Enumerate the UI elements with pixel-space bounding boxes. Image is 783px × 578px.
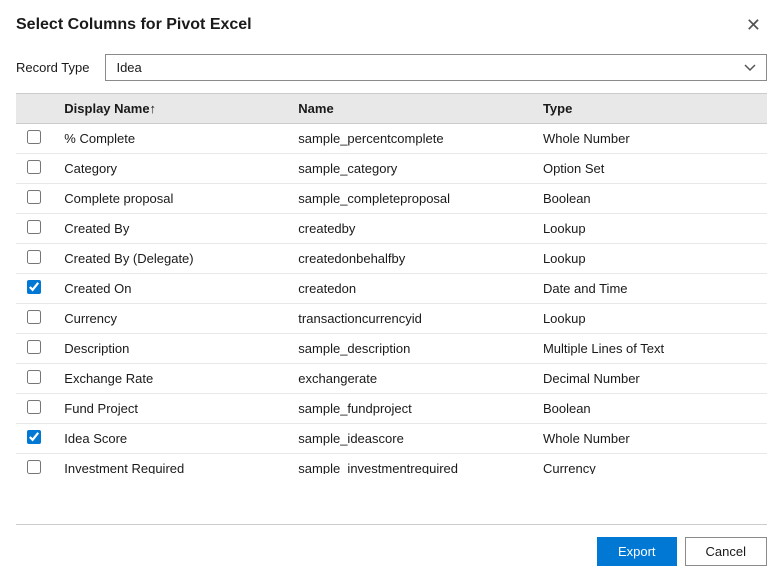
row-checkbox-cell[interactable] [16,184,54,214]
row-checkbox-cell[interactable] [16,244,54,274]
row-checkbox-cell[interactable] [16,364,54,394]
row-type: Currency [533,454,767,475]
row-name: createdon [288,274,533,304]
header-display-name: Display Name↑ [54,94,288,124]
row-type: Boolean [533,184,767,214]
row-display-name: Fund Project [54,394,288,424]
row-checkbox[interactable] [27,130,41,144]
dialog-footer: Export Cancel [0,525,783,578]
table-row: % Completesample_percentcompleteWhole Nu… [16,124,767,154]
row-checkbox-cell[interactable] [16,304,54,334]
table-wrapper: Display Name↑ Name Type % Completesample… [16,93,767,525]
record-type-row: Record Type Idea [0,46,783,93]
table-row: Descriptionsample_descriptionMultiple Li… [16,334,767,364]
row-type: Option Set [533,154,767,184]
table-row: Exchange RateexchangerateDecimal Number [16,364,767,394]
row-checkbox-cell[interactable] [16,424,54,454]
export-button[interactable]: Export [597,537,677,566]
row-checkbox[interactable] [27,160,41,174]
table-row: Categorysample_categoryOption Set [16,154,767,184]
row-name: sample_ideascore [288,424,533,454]
row-checkbox-cell[interactable] [16,274,54,304]
row-name: sample_category [288,154,533,184]
title-bar: Select Columns for Pivot Excel ✕ [0,0,783,46]
table-row: CurrencytransactioncurrencyidLookup [16,304,767,334]
row-name: transactioncurrencyid [288,304,533,334]
row-name: sample_fundproject [288,394,533,424]
row-checkbox[interactable] [27,190,41,204]
row-name: createdby [288,214,533,244]
table-row: Created By (Delegate)createdonbehalfbyLo… [16,244,767,274]
row-name: sample_investmentrequired [288,454,533,475]
header-type: Type [533,94,767,124]
row-name: createdonbehalfby [288,244,533,274]
dialog-title: Select Columns for Pivot Excel [16,16,252,34]
row-type: Date and Time [533,274,767,304]
row-display-name: Created By [54,214,288,244]
row-display-name: Investment Required [54,454,288,475]
row-checkbox-cell[interactable] [16,154,54,184]
row-type: Decimal Number [533,364,767,394]
table-scroll[interactable]: Display Name↑ Name Type % Completesample… [16,94,767,474]
row-checkbox-cell[interactable] [16,214,54,244]
row-name: sample_completeproposal [288,184,533,214]
row-type: Multiple Lines of Text [533,334,767,364]
row-checkbox[interactable] [27,280,41,294]
record-type-label: Record Type [16,60,89,75]
row-name: sample_description [288,334,533,364]
columns-table: Display Name↑ Name Type % Completesample… [16,94,767,474]
table-header-row: Display Name↑ Name Type [16,94,767,124]
table-row: Fund Projectsample_fundprojectBoolean [16,394,767,424]
row-checkbox-cell[interactable] [16,454,54,475]
row-checkbox[interactable] [27,430,41,444]
row-checkbox[interactable] [27,460,41,474]
row-checkbox[interactable] [27,400,41,414]
row-display-name: % Complete [54,124,288,154]
row-display-name: Idea Score [54,424,288,454]
table-row: Complete proposalsample_completeproposal… [16,184,767,214]
row-display-name: Complete proposal [54,184,288,214]
row-display-name: Created On [54,274,288,304]
row-checkbox-cell[interactable] [16,334,54,364]
table-row: Created OncreatedonDate and Time [16,274,767,304]
row-checkbox[interactable] [27,310,41,324]
row-checkbox[interactable] [27,220,41,234]
row-display-name: Description [54,334,288,364]
record-type-select[interactable]: Idea [105,54,767,81]
row-type: Whole Number [533,424,767,454]
header-name: Name [288,94,533,124]
cancel-button[interactable]: Cancel [685,537,767,566]
row-name: sample_percentcomplete [288,124,533,154]
row-type: Lookup [533,214,767,244]
table-body: % Completesample_percentcompleteWhole Nu… [16,124,767,475]
row-checkbox[interactable] [27,250,41,264]
row-checkbox[interactable] [27,370,41,384]
row-display-name: Exchange Rate [54,364,288,394]
row-display-name: Category [54,154,288,184]
header-checkbox-col [16,94,54,124]
table-row: Idea Scoresample_ideascoreWhole Number [16,424,767,454]
row-type: Lookup [533,244,767,274]
row-display-name: Created By (Delegate) [54,244,288,274]
row-display-name: Currency [54,304,288,334]
row-checkbox[interactable] [27,340,41,354]
row-checkbox-cell[interactable] [16,394,54,424]
table-row: Created BycreatedbyLookup [16,214,767,244]
close-button[interactable]: ✕ [740,14,767,36]
row-type: Whole Number [533,124,767,154]
row-type: Boolean [533,394,767,424]
row-type: Lookup [533,304,767,334]
row-checkbox-cell[interactable] [16,124,54,154]
dialog: Select Columns for Pivot Excel ✕ Record … [0,0,783,578]
table-row: Investment Requiredsample_investmentrequ… [16,454,767,475]
row-name: exchangerate [288,364,533,394]
